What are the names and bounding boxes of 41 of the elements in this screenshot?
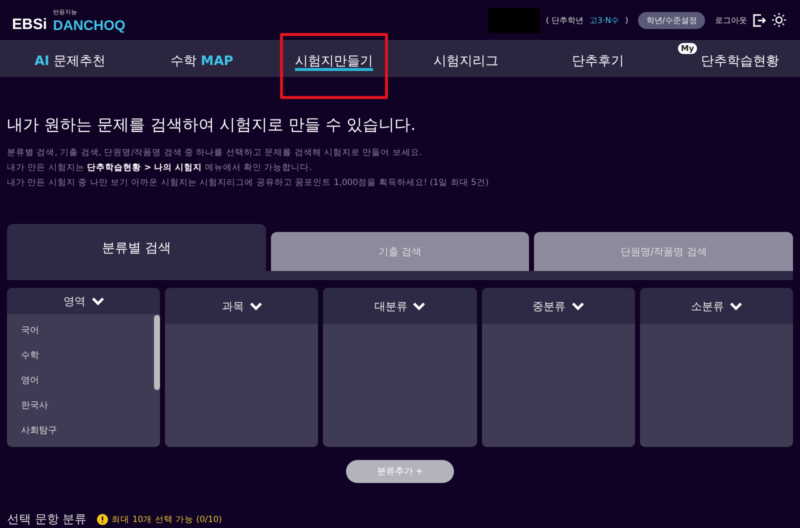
scrollbar-thumb[interactable] bbox=[154, 315, 160, 390]
chevron-down-icon bbox=[730, 302, 742, 310]
column-header[interactable]: 과목 bbox=[165, 288, 318, 324]
category-item[interactable]: 사회탐구 bbox=[21, 418, 146, 443]
grade-value: 고3·N수 bbox=[590, 14, 620, 26]
settings-button[interactable]: 학년/수준설정 bbox=[638, 12, 705, 28]
page-headline: 내가 원하는 문제를 검색하여 시험지로 만들 수 있습니다. bbox=[7, 115, 417, 136]
nav-link[interactable]: 단추학습현황 bbox=[698, 33, 782, 99]
nav-link[interactable]: 단추후기 bbox=[569, 33, 627, 99]
category-item[interactable]: 영어 bbox=[21, 368, 146, 393]
logout-link[interactable]: 로그아웃 bbox=[715, 14, 747, 26]
grade-label: ( 단추학년 bbox=[546, 14, 584, 26]
nav-link[interactable]: 시험지리그 bbox=[430, 33, 502, 99]
description-text: 분류별 검색, 기출 검색, 단원명/작품명 검색 중 하나를 선택하고 문제를 검색해 시험지로 만들어 보세요. bbox=[7, 147, 424, 160]
chevron-down-icon bbox=[572, 302, 584, 310]
redacted-block bbox=[488, 8, 540, 32]
sun-icon[interactable] bbox=[772, 13, 786, 27]
logout-icon[interactable] bbox=[753, 14, 766, 26]
my-badge: My bbox=[678, 43, 698, 54]
column-header[interactable]: 중분류 bbox=[482, 288, 635, 324]
chevron-down-icon bbox=[413, 302, 426, 310]
column-header[interactable]: 대분류 bbox=[323, 288, 477, 324]
column-header[interactable]: 소분류 bbox=[640, 288, 793, 324]
section-title: 선택 문항 분류 bbox=[7, 511, 87, 528]
selection-notice: 최대 10개 선택 가능 (0/10) bbox=[112, 514, 222, 526]
category-item[interactable]: 국어 bbox=[21, 318, 146, 343]
nav-link[interactable]: AI 문제추천 bbox=[31, 33, 109, 99]
search-tab[interactable]: 분류별 검색 bbox=[7, 224, 266, 271]
warning-icon bbox=[96, 514, 108, 525]
logo-text[interactable]: DANCHOQ bbox=[53, 16, 126, 32]
category-item[interactable]: 한국사 bbox=[21, 393, 146, 418]
nav-link[interactable]: 시험지만들기 bbox=[280, 33, 388, 99]
chevron-down-icon bbox=[250, 302, 262, 310]
description-text: 내가 만든 시험지는 단추학습현황 > 나의 시험지 메뉴에서 확인 가능합니다. bbox=[7, 162, 313, 175]
description-text: 내가 만든 시험지 중 나만 보기 아까운 시험지는 시험지리그에 공유하고 꿈포인트 1,000점을 획득하세요! (1일 최대 5건) bbox=[7, 177, 490, 190]
column-header[interactable]: 영역 bbox=[7, 288, 160, 314]
chevron-down-icon bbox=[92, 296, 104, 306]
logo-text[interactable]: EBSi bbox=[12, 16, 48, 32]
category-item[interactable]: 수학 bbox=[21, 343, 146, 368]
nav-link[interactable]: 수학 MAP bbox=[168, 33, 236, 99]
grade-label: ) bbox=[625, 16, 628, 24]
